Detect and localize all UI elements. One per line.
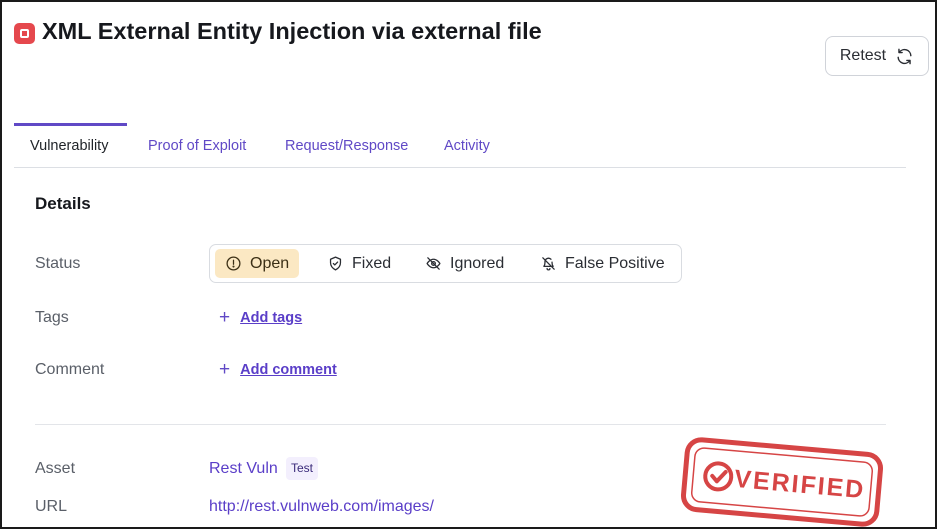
retest-button[interactable]: Retest [825, 36, 929, 76]
status-option-false-positive[interactable]: False Positive [530, 249, 675, 278]
asset-badge: Test [286, 457, 319, 480]
tab-vulnerability[interactable]: Vulnerability [30, 123, 108, 167]
eye-off-icon [426, 257, 441, 270]
tab-proof-of-exploit[interactable]: Proof of Exploit [148, 123, 246, 167]
tab-bar: Vulnerability Proof of Exploit Request/R… [14, 123, 906, 168]
status-option-label: Open [250, 254, 290, 272]
status-segmented-control: Open Fixed Ignored False Positive [209, 244, 682, 283]
add-tags-text: Add tags [240, 309, 303, 326]
plus-icon: + [219, 307, 231, 328]
check-badge-icon [703, 461, 734, 492]
details-heading: Details [35, 194, 91, 213]
status-option-ignored[interactable]: Ignored [415, 249, 514, 278]
tags-label: Tags [35, 309, 69, 326]
add-tags-link[interactable]: + Add tags [219, 308, 302, 327]
retest-label: Retest [839, 47, 887, 64]
page-title: XML External Entity Injection via extern… [42, 18, 542, 44]
refresh-icon [897, 48, 912, 64]
bell-off-icon [542, 257, 555, 271]
stamp-text: VERIFIED [733, 465, 866, 504]
status-option-open[interactable]: Open [215, 249, 300, 278]
status-label: Status [35, 255, 81, 272]
tab-request-response[interactable]: Request/Response [285, 123, 408, 167]
verified-stamp: VERIFIED [680, 437, 884, 527]
tab-activity[interactable]: Activity [444, 123, 490, 167]
plus-icon: + [219, 359, 231, 380]
add-comment-text: Add comment [240, 361, 337, 378]
asset-label: Asset [35, 460, 76, 477]
critical-severity-icon [14, 23, 35, 44]
section-divider [35, 424, 886, 425]
status-option-label: Ignored [450, 254, 505, 272]
add-comment-link[interactable]: + Add comment [219, 360, 337, 379]
comment-label: Comment [35, 361, 105, 378]
url-link[interactable]: http://rest.vulnweb.com/images/ [209, 498, 434, 516]
status-option-label: Fixed [352, 254, 392, 272]
shield-check-icon [329, 256, 342, 271]
url-label: URL [35, 498, 68, 515]
info-circle-icon [226, 256, 241, 271]
status-option-fixed[interactable]: Fixed [317, 249, 401, 278]
vulnerability-panel: XML External Entity Injection via extern… [0, 0, 937, 529]
status-option-label: False Positive [565, 254, 665, 272]
asset-link[interactable]: Rest Vuln [209, 460, 278, 478]
